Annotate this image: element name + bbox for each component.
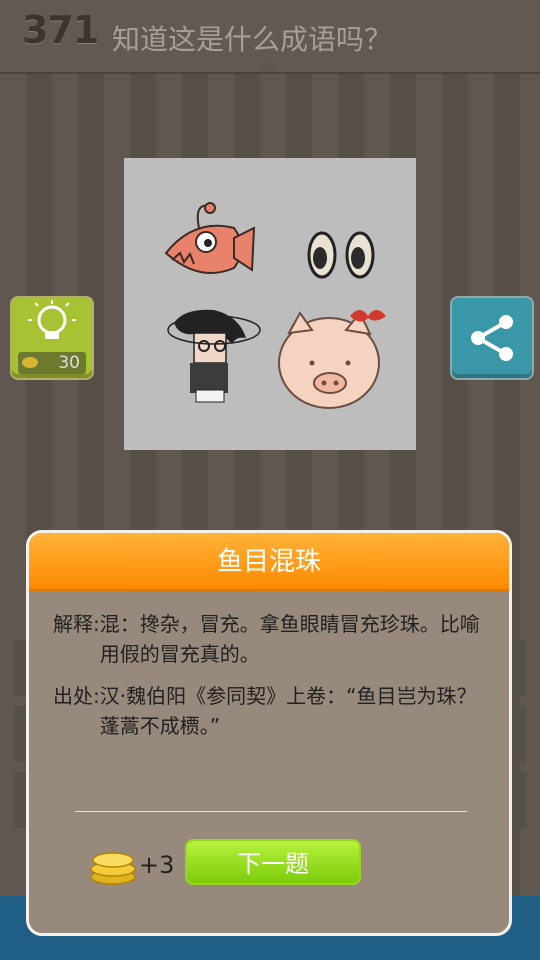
divider (75, 811, 467, 812)
level-number: 371 (22, 8, 99, 52)
top-bar: 371 知道这是什么成语吗？ (0, 0, 540, 74)
source-text: 汉·魏伯阳《参同契》上卷：“鱼目岂为珠？蓬蒿不成槚。” (99, 684, 477, 738)
share-button[interactable] (450, 296, 534, 380)
lightbulb-icon (28, 300, 76, 339)
explanation-text: 混：搀杂，冒充。拿鱼眼睛冒充珍珠。比喻用假的冒充真的。 (99, 612, 480, 666)
source-label: 出处: (53, 684, 100, 708)
next-question-button[interactable]: 下一题 (185, 839, 361, 885)
side-tab-right-3 (512, 772, 526, 828)
answer-dialog: 鱼目混珠 解释: 混：搀杂，冒充。拿鱼眼睛冒充珍珠。比喻用假的冒充真的。 出处:… (26, 530, 512, 936)
hint-cost: 30 (18, 352, 86, 374)
side-tab-right-1 (512, 640, 526, 696)
eyes-drawing (307, 231, 375, 279)
answer-title: 鱼目混珠 (29, 533, 509, 591)
hint-cost-value: 30 (58, 353, 80, 373)
anglerfish-drawing (164, 202, 256, 274)
reward-value: +3 (139, 851, 175, 879)
puzzle-image (124, 158, 416, 450)
share-icon (471, 315, 513, 361)
character-drawing (167, 309, 261, 403)
source: 出处: 汉·魏伯阳《参同契》上卷：“鱼目岂为珠？蓬蒿不成槚。” (53, 681, 493, 741)
explanation-label: 解释: (53, 612, 100, 636)
pig-drawing (278, 310, 386, 409)
puzzle-pointer (258, 62, 278, 72)
explanation: 解释: 混：搀杂，冒充。拿鱼眼睛冒充珍珠。比喻用假的冒充真的。 (53, 609, 493, 669)
coins-icon (90, 852, 136, 885)
hint-button[interactable]: 30 (10, 296, 94, 380)
side-tab-right-2 (512, 706, 526, 762)
question-text: 知道这是什么成语吗？ (112, 23, 393, 56)
coin-icon (22, 357, 38, 368)
